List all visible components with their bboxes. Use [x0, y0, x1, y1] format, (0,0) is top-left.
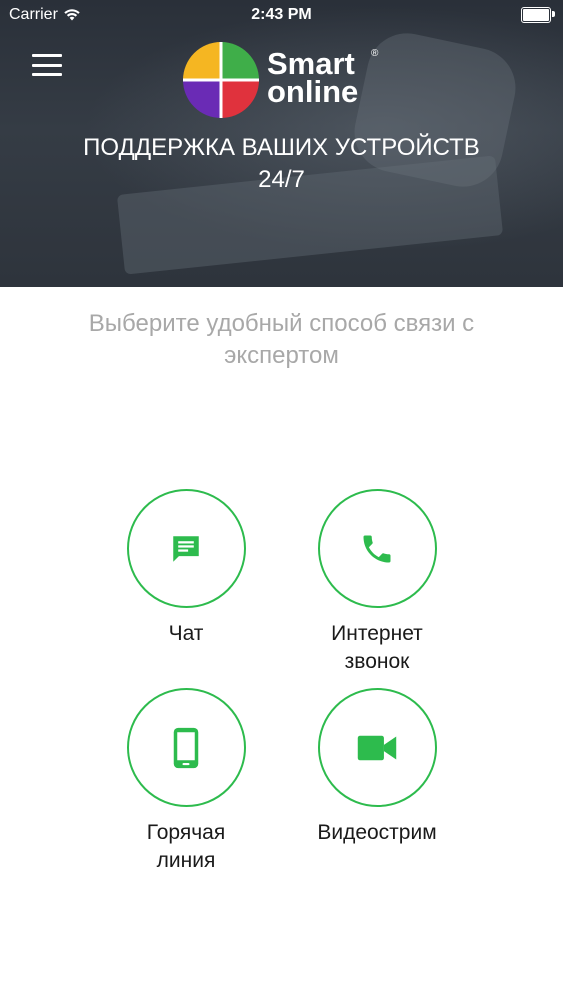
header-banner: Carrier 2:43 PM Smart online ® ПОДДЕРЖКА…	[0, 0, 563, 287]
hotline-option-button[interactable]: Горячая линия	[86, 688, 286, 875]
logo-mark	[183, 42, 259, 118]
internet-call-option-label: Интернет звонок	[331, 620, 423, 676]
internet-call-option-button[interactable]: Интернет звонок	[277, 489, 477, 676]
status-bar: Carrier 2:43 PM	[0, 0, 563, 30]
hotline-option-circle[interactable]	[126, 688, 246, 807]
video-camera-icon	[357, 735, 397, 760]
videostream-option-button[interactable]: Видеострим	[277, 688, 477, 847]
chat-option-button[interactable]: Чат	[86, 489, 286, 648]
prompt-line1: Выберите удобный способ связи с	[88, 310, 475, 337]
registered-mark: ®	[371, 48, 379, 59]
tagline-line2: 24/7	[258, 166, 305, 193]
videostream-option-label: Видеострим	[317, 819, 436, 847]
battery-icon	[521, 7, 555, 23]
prompt-line2: экспертом	[224, 342, 339, 369]
chat-label-line1: Чат	[168, 622, 204, 645]
hotline-label-line1: Горячая	[146, 821, 226, 844]
logo-wordmark: Smart online	[267, 48, 359, 109]
internet-call-label-line1: Интернет	[331, 622, 423, 645]
hotline-option-label: Горячая линия	[147, 819, 225, 875]
videostream-option-circle[interactable]	[317, 688, 437, 807]
tagline: ПОДДЕРЖКА ВАШИХ УСТРОЙСТВ 24/7	[20, 132, 543, 196]
hotline-label-line2: линия	[156, 849, 216, 872]
phone-icon	[363, 535, 391, 562]
internet-call-option-circle[interactable]	[317, 489, 437, 608]
clock: 2:43 PM	[251, 6, 312, 23]
chat-option-label: Чат	[169, 620, 204, 648]
chat-option-circle[interactable]	[126, 489, 246, 608]
hamburger-menu-icon[interactable]	[32, 54, 62, 76]
logo-text-line2: online	[267, 74, 359, 109]
smart-online-logo: Smart online ®	[181, 40, 391, 120]
internet-call-label-line2: звонок	[344, 650, 410, 673]
chat-icon	[173, 535, 199, 562]
videostream-label-line1: Видеострим	[317, 821, 437, 844]
mobile-phone-icon	[173, 727, 199, 768]
contact-method-prompt: Выберите удобный способ связи с эксперто…	[40, 308, 523, 372]
tagline-line1: ПОДДЕРЖКА ВАШИХ УСТРОЙСТВ	[83, 134, 480, 161]
